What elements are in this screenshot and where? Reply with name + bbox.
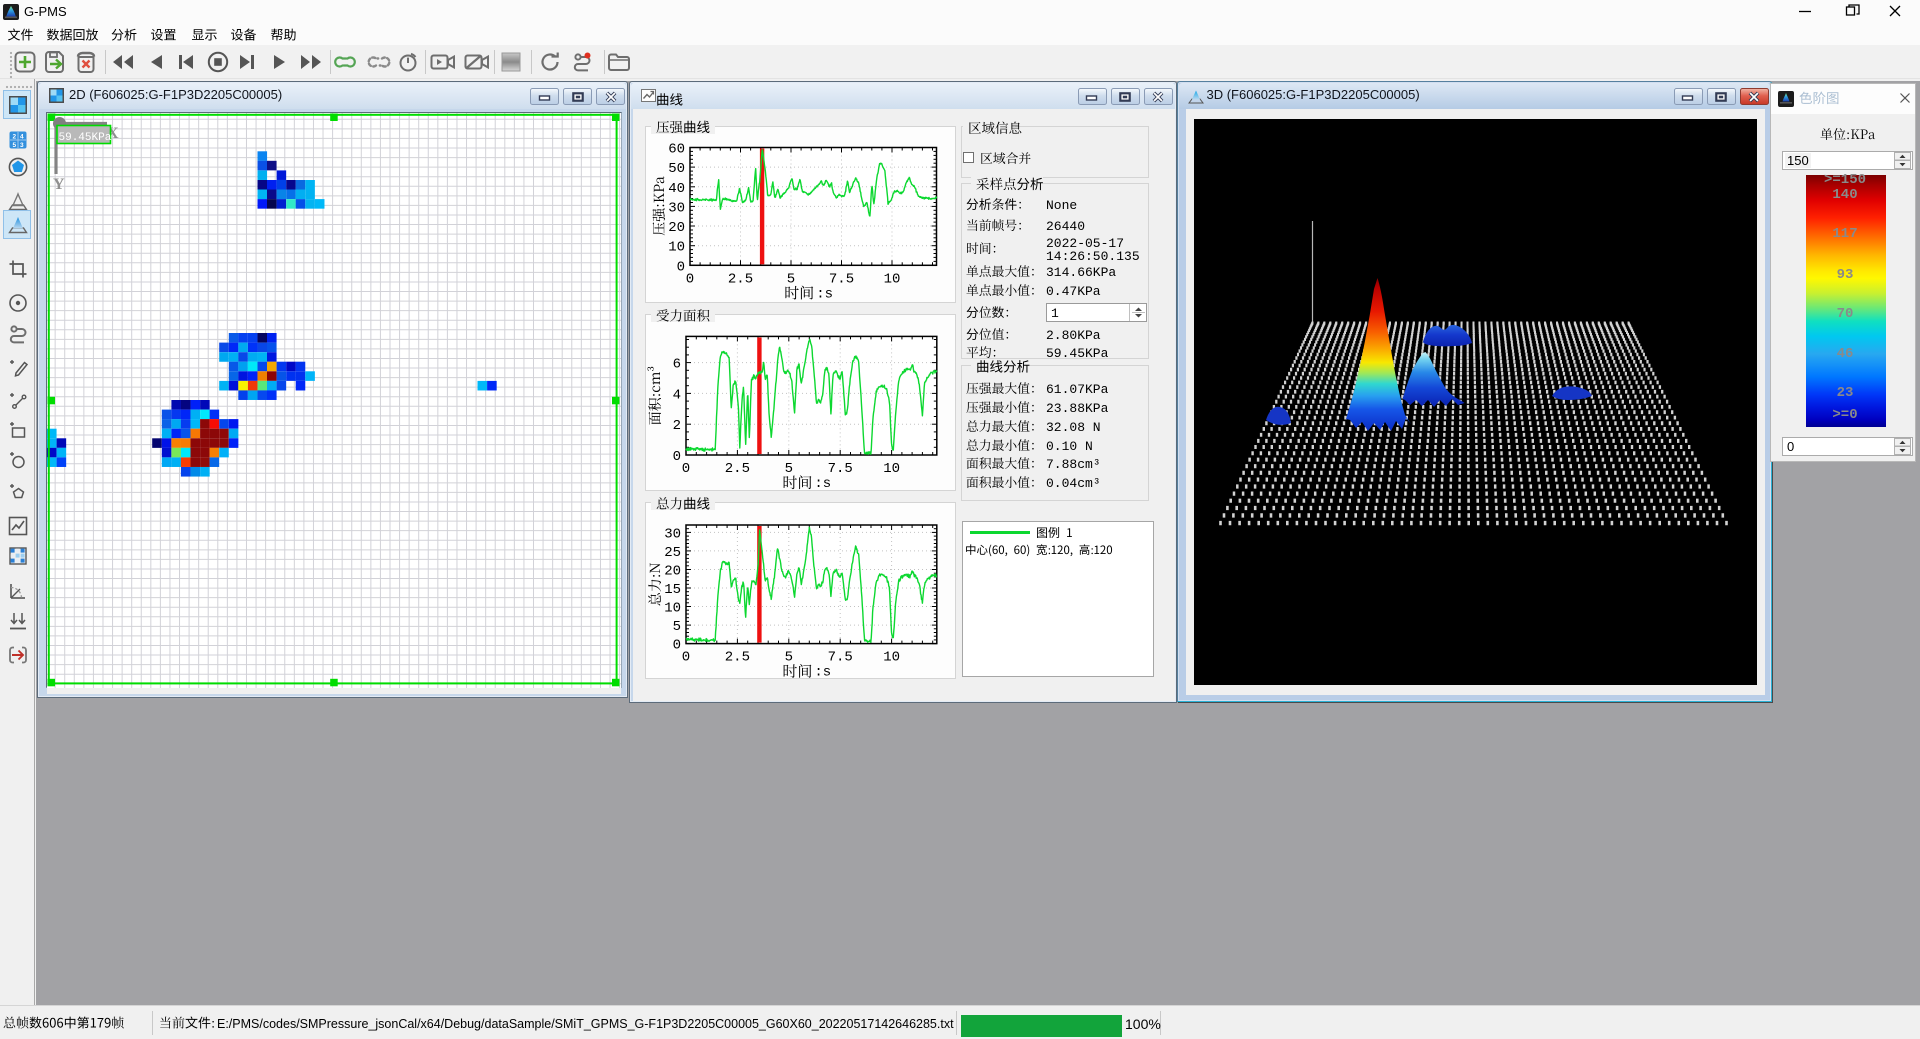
svg-text:5: 5 bbox=[673, 619, 681, 635]
svg-text:10: 10 bbox=[668, 240, 685, 256]
svg-text:10: 10 bbox=[883, 461, 900, 477]
svg-text:50: 50 bbox=[668, 161, 685, 177]
svg-text:20: 20 bbox=[668, 220, 685, 236]
svg-text:2.5: 2.5 bbox=[728, 271, 753, 287]
svg-text::s: :s bbox=[816, 286, 833, 302]
svg-text:7.5: 7.5 bbox=[828, 650, 853, 666]
svg-text:10: 10 bbox=[884, 271, 901, 287]
svg-text:5: 5 bbox=[785, 650, 793, 666]
svg-text:30: 30 bbox=[664, 526, 681, 542]
svg-text:30: 30 bbox=[668, 200, 685, 216]
svg-text:4: 4 bbox=[673, 387, 681, 403]
svg-text:15: 15 bbox=[664, 582, 681, 598]
svg-text:0: 0 bbox=[686, 271, 694, 287]
svg-text:2.5: 2.5 bbox=[725, 461, 750, 477]
svg-text:40: 40 bbox=[668, 181, 685, 197]
svg-text:0: 0 bbox=[677, 259, 685, 275]
svg-text:0: 0 bbox=[682, 650, 690, 666]
svg-text:2.5: 2.5 bbox=[725, 650, 750, 666]
svg-text:5: 5 bbox=[785, 461, 793, 477]
svg-text:10: 10 bbox=[883, 650, 900, 666]
svg-text:0: 0 bbox=[682, 461, 690, 477]
svg-text:7.5: 7.5 bbox=[828, 461, 853, 477]
svg-text:0: 0 bbox=[673, 449, 681, 465]
svg-text:7.5: 7.5 bbox=[829, 271, 854, 287]
svg-text::s: :s bbox=[814, 665, 831, 681]
svg-text:20: 20 bbox=[664, 564, 681, 580]
svg-text:2: 2 bbox=[673, 418, 681, 434]
svg-text:25: 25 bbox=[664, 545, 681, 561]
svg-text:5: 5 bbox=[787, 271, 795, 287]
svg-text:10: 10 bbox=[664, 601, 681, 617]
svg-text:6: 6 bbox=[673, 357, 681, 373]
svg-text:60: 60 bbox=[668, 142, 685, 158]
svg-text::s: :s bbox=[814, 476, 831, 492]
svg-text:0: 0 bbox=[673, 638, 681, 654]
